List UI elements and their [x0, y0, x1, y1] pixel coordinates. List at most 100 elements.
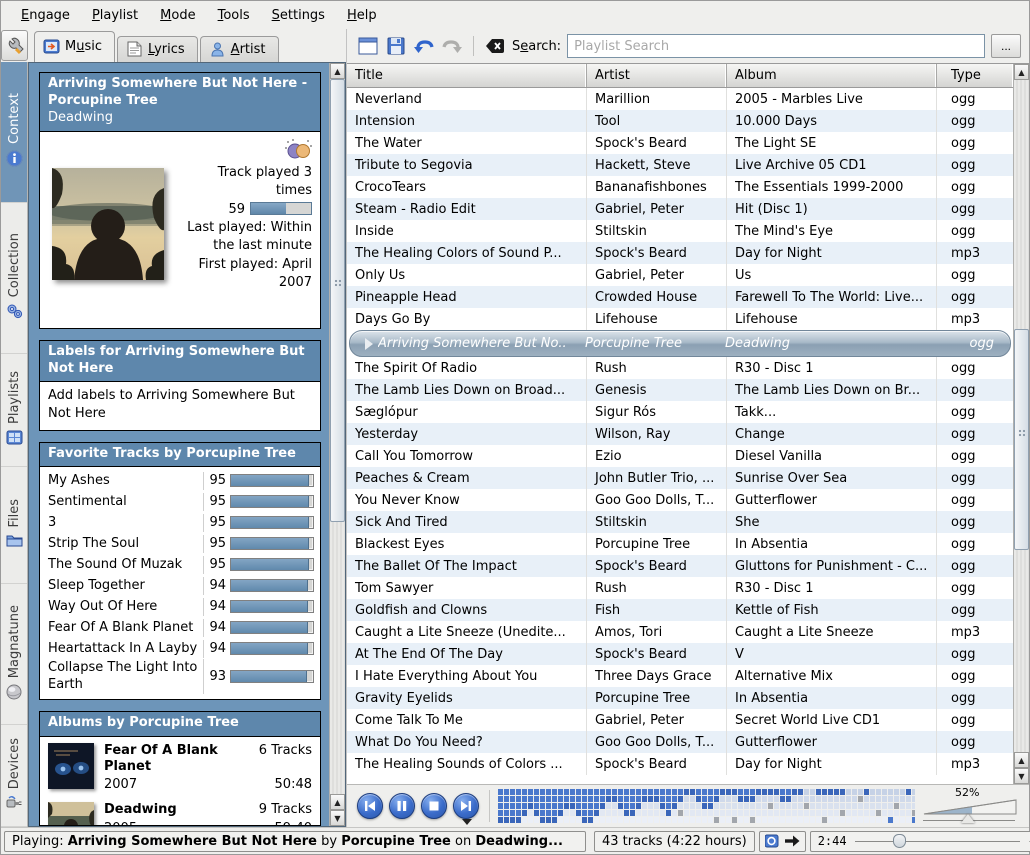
menu-engage[interactable]: Engage [11, 4, 80, 27]
playlist-row[interactable]: Peaches & CreamJohn Butler Trio, ...Sunr… [347, 467, 1013, 489]
seek-slider[interactable] [855, 833, 1020, 849]
favorite-track-row[interactable]: Sentimental95 [48, 491, 314, 512]
playlist-row[interactable]: Tribute to SegoviaHackett, SteveLive Arc… [347, 154, 1013, 176]
playlist-row[interactable]: Only UsGabriel, PeterUsogg [347, 264, 1013, 286]
sidebar-item-collection[interactable]: Collection [1, 203, 27, 354]
playlist-row[interactable]: The WaterSpock's BeardThe Light SEogg [347, 132, 1013, 154]
playlist-row[interactable]: NeverlandMarillion2005 - Marbles Liveogg [347, 88, 1013, 110]
playlist-row[interactable]: I Hate Everything About YouThree Days Gr… [347, 665, 1013, 687]
pause-button[interactable] [389, 793, 415, 819]
playlist-row[interactable]: Caught a Lite Sneeze (Unedite...Amos, To… [347, 621, 1013, 643]
favorite-track-row[interactable]: My Ashes95 [48, 470, 314, 491]
labels-body[interactable]: Add labels to Arriving Somewhere But Not… [40, 382, 320, 429]
tab-lyrics[interactable]: Lyrics [117, 36, 198, 62]
sidebar-item-devices[interactable]: Devices [1, 725, 27, 827]
scroll-up-button[interactable]: ▲ [330, 63, 345, 79]
previous-button[interactable] [357, 793, 383, 819]
playlist-row[interactable]: The Healing Sounds of Colors ...Spock's … [347, 753, 1013, 775]
column-header-title[interactable]: Title [347, 64, 587, 87]
album-entry[interactable]: Fear Of A Blank Planet6 Tracks200750:48 [48, 743, 312, 793]
favorite-track-row[interactable]: 395 [48, 512, 314, 533]
stop-menu-caret-icon[interactable] [462, 819, 472, 825]
playlist-row[interactable]: What Do You Need?Goo Goo Dolls, T...Gutt… [347, 731, 1013, 753]
playlist-row[interactable]: Days Go ByLifehouseLifehousemp3 [347, 308, 1013, 330]
favorite-track-row[interactable]: Collapse The Light Into Earth93 [48, 659, 314, 694]
playlist-row[interactable]: You Never KnowGoo Goo Dolls, T...Gutterf… [347, 489, 1013, 511]
scrollbar-thumb[interactable] [330, 79, 345, 522]
playlist-row[interactable]: Blackest EyesPorcupine TreeIn Absentiaog… [347, 533, 1013, 555]
save-playlist-icon[interactable] [385, 35, 407, 57]
cell-album: Farewell To The World: Live... [727, 286, 937, 308]
cell-title: Caught a Lite Sneeze (Unedite... [347, 621, 587, 643]
queue-toggle-button[interactable] [759, 831, 806, 852]
configure-button[interactable] [1, 30, 28, 61]
tab-music[interactable]: Music [34, 31, 115, 62]
stop-button[interactable] [421, 793, 447, 819]
redo-icon[interactable] [441, 35, 463, 57]
playlist-row[interactable]: CrocoTearsBananafishbonesThe Essentials … [347, 176, 1013, 198]
context-scrollbar[interactable]: ▲ ▲ ▼ [329, 63, 345, 826]
playlist-scrollbar[interactable]: ▲ ▲ ▼ [1013, 64, 1029, 784]
playlist-row[interactable]: Gravity EyelidsPorcupine TreeIn Absentia… [347, 687, 1013, 709]
column-header-album[interactable]: Album [727, 64, 937, 87]
album-entry[interactable]: Deadwing9 Tracks200559:40 [48, 802, 312, 825]
playlist-row[interactable]: The Spirit Of RadioRushR30 - Disc 1ogg [347, 357, 1013, 379]
scroll-up-button[interactable]: ▲ [1014, 64, 1029, 80]
favorite-track-row[interactable]: Heartattack In A Layby94 [48, 638, 314, 659]
undo-icon[interactable] [413, 35, 435, 57]
playlist-row[interactable]: Goldfish and ClownsFishKettle of Fishogg [347, 599, 1013, 621]
playlist-row[interactable]: InsideStiltskinThe Mind's Eyeogg [347, 220, 1013, 242]
playlist-row[interactable]: The Lamb Lies Down on Broad...GenesisThe… [347, 379, 1013, 401]
favorite-track-row[interactable]: Fear Of A Blank Planet94 [48, 617, 314, 638]
menu-settings[interactable]: Settings [262, 4, 335, 27]
playlist-row[interactable]: Sick And TiredStiltskinSheogg [347, 511, 1013, 533]
menu-tools[interactable]: Tools [208, 4, 260, 27]
album-cover-deadwing[interactable] [52, 168, 164, 280]
scroll-up-button2[interactable]: ▲ [330, 794, 345, 810]
column-header-artist[interactable]: Artist [587, 64, 727, 87]
scrollbar-track[interactable] [330, 79, 345, 794]
menu-help[interactable]: Help [337, 4, 387, 27]
sidebar-item-playlists[interactable]: Playlists [1, 354, 27, 467]
playlist-row[interactable]: The Healing Colors of Sound P...Spock's … [347, 242, 1013, 264]
block-analyzer[interactable] [498, 789, 915, 824]
scrollbar-thumb[interactable] [1014, 329, 1029, 551]
playlist-row[interactable]: SæglópurSigur RósTakk...ogg [347, 401, 1013, 423]
playlist-row[interactable]: Call You TomorrowEzioDiesel Vanillaogg [347, 445, 1013, 467]
volume-slider-handle[interactable] [961, 814, 975, 823]
playlist-row-current[interactable]: Arriving Somewhere But No..Porcupine Tre… [349, 330, 1011, 357]
track-name: Strip The Soul [48, 535, 204, 553]
favorite-track-row[interactable]: The Sound Of Muzak95 [48, 554, 314, 575]
next-button[interactable] [453, 793, 479, 819]
playlist-row[interactable]: Pineapple HeadCrowded HouseFarewell To T… [347, 286, 1013, 308]
playlist-row[interactable]: Tom SawyerRushR30 - Disc 1ogg [347, 577, 1013, 599]
playlist-row[interactable]: At The End Of The DaySpock's BeardVogg [347, 643, 1013, 665]
tab-artist[interactable]: Artist [200, 36, 279, 62]
clear-search-icon[interactable] [484, 35, 506, 57]
scroll-down-button[interactable]: ▼ [330, 810, 345, 826]
sidebar-item-files[interactable]: Files [1, 467, 27, 584]
column-header-type[interactable]: Type [937, 64, 1013, 87]
scrollbar-track[interactable] [1014, 80, 1029, 752]
playlist-row[interactable]: Come Talk To MeGabriel, PeterSecret Worl… [347, 709, 1013, 731]
playlist-row[interactable]: Steam - Radio EditGabriel, PeterHit (Dis… [347, 198, 1013, 220]
favorite-track-row[interactable]: Strip The Soul95 [48, 533, 314, 554]
playlist-row[interactable]: The Ballet Of The ImpactSpock's BeardGlu… [347, 555, 1013, 577]
playlist-row[interactable]: IntensionTool10.000 Daysogg [347, 110, 1013, 132]
playlist-row[interactable]: YesterdayWilson, RayChangeogg [347, 423, 1013, 445]
favorite-track-row[interactable]: Way Out Of Here94 [48, 596, 314, 617]
folder-icon [6, 533, 23, 551]
scroll-up-button2[interactable]: ▲ [1014, 752, 1029, 768]
volume-control[interactable]: 52% [915, 786, 1023, 826]
sidebar-item-magnatune[interactable]: Magnatune [1, 584, 27, 725]
cell-artist: Porcupine Tree [577, 331, 717, 356]
seek-handle[interactable] [893, 834, 906, 848]
menu-mode[interactable]: Mode [150, 4, 205, 27]
search-options-button[interactable]: ... [991, 34, 1021, 58]
scroll-down-button[interactable]: ▼ [1014, 768, 1029, 784]
menu-playlist[interactable]: Playlist [82, 4, 148, 27]
new-playlist-icon[interactable] [357, 35, 379, 57]
search-input[interactable] [567, 34, 985, 58]
sidebar-item-context[interactable]: Context [1, 62, 27, 203]
favorite-track-row[interactable]: Sleep Together94 [48, 575, 314, 596]
